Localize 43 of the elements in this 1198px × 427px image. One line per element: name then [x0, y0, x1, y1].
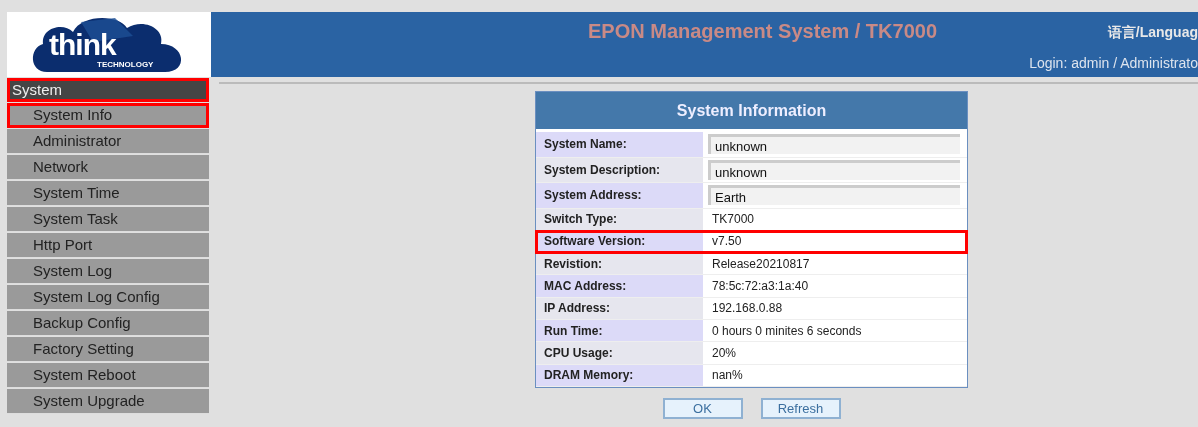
- system-title: EPON Management System / TK7000: [588, 20, 937, 43]
- menu-item[interactable]: Administrator: [7, 129, 209, 154]
- field-label: MAC Address:: [536, 275, 703, 297]
- field-label: CPU Usage:: [536, 342, 703, 364]
- field-value: Release20210817: [711, 256, 810, 271]
- panel-title: System Information: [536, 92, 967, 132]
- field-value: 0 hours 0 minites 6 seconds: [711, 323, 862, 338]
- field-label: Revistion:: [536, 253, 703, 275]
- action-button[interactable]: OK: [662, 397, 743, 419]
- input-field[interactable]: unknown: [708, 159, 960, 180]
- field-label: System Description:: [536, 157, 703, 182]
- menu-item[interactable]: Factory Setting: [7, 337, 209, 362]
- field-value: 78:5c:72:a3:1a:40: [711, 279, 809, 294]
- menu-item[interactable]: Backup Config: [7, 311, 209, 336]
- field-label: Run Time:: [536, 320, 703, 342]
- field-label: Switch Type:: [536, 208, 703, 230]
- menu-item[interactable]: Network: [7, 155, 209, 180]
- field-value: v7.50: [711, 234, 742, 249]
- menu-item[interactable]: System Log: [7, 259, 209, 284]
- field-label: Software Version:: [536, 230, 703, 253]
- field-value: 192.168.0.88: [711, 301, 783, 316]
- menu-item[interactable]: System Upgrade: [7, 389, 209, 414]
- action-button[interactable]: Refresh: [760, 397, 841, 419]
- logo-text: think: [49, 30, 116, 60]
- menu-item[interactable]: System Reboot: [7, 363, 209, 388]
- menu-item[interactable]: Http Port: [7, 233, 209, 258]
- field-value: TK7000: [711, 212, 755, 227]
- input-field[interactable]: Earth: [708, 185, 960, 206]
- menu-heading[interactable]: System: [7, 78, 209, 102]
- menu-item[interactable]: System Log Config: [7, 285, 209, 310]
- field-label: System Name:: [536, 132, 703, 157]
- field-value: 20%: [711, 345, 737, 360]
- login-info: Login: admin / Administrato: [1029, 55, 1198, 71]
- input-field[interactable]: unknown: [708, 134, 960, 155]
- logo-subtext: TECHNOLOGY: [97, 61, 154, 69]
- menu-item[interactable]: System Info: [7, 103, 209, 128]
- field-value: nan%: [711, 368, 743, 383]
- field-label: IP Address:: [536, 297, 703, 319]
- menu-item[interactable]: System Task: [7, 207, 209, 232]
- menu-item[interactable]: System Time: [7, 181, 209, 206]
- language-link[interactable]: 语言/Languag: [1107, 24, 1198, 42]
- field-label: DRAM Memory:: [536, 364, 703, 386]
- field-label: System Address:: [536, 183, 703, 208]
